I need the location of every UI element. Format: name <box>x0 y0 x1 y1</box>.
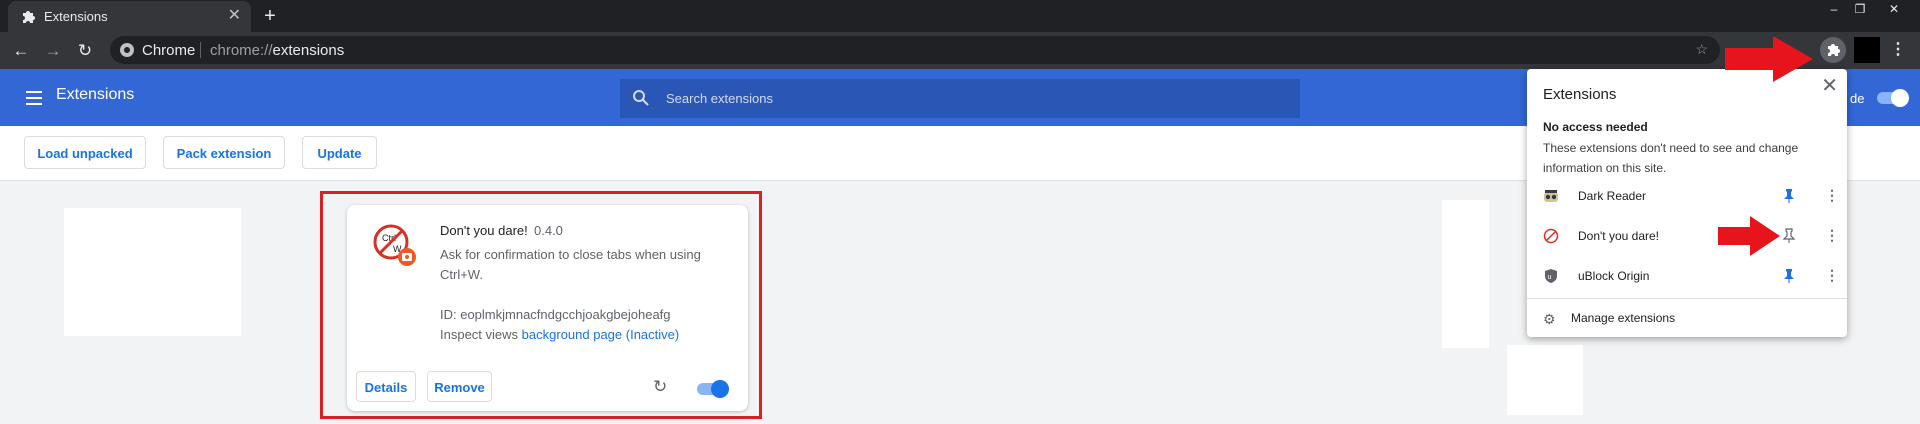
svg-text:u: u <box>1548 274 1552 281</box>
more-options-icon[interactable]: ⋮ <box>1825 187 1839 203</box>
popup-close-icon[interactable]: ✕ <box>1821 73 1838 98</box>
developer-mode-label: de <box>1850 91 1865 106</box>
reload-extension-icon[interactable]: ↻ <box>653 377 667 397</box>
item-name: uBlock Origin <box>1578 269 1650 283</box>
more-options-icon[interactable]: ⋮ <box>1825 227 1839 243</box>
section-title: No access needed <box>1543 120 1648 134</box>
hidden-card-placeholder <box>1507 345 1583 415</box>
extension-card-dont-you-dare: Ctrl W Don't you dare! 0.4.0 Ask for con… <box>347 205 748 411</box>
dont-you-dare-icon <box>1543 228 1559 244</box>
popup-item-dont-you-dare[interactable]: Don't you dare! ⋮ <box>1527 217 1847 255</box>
browser-toolbar: ← → ↻ Chrome chrome://extensions ☆ ⋮ <box>0 32 1920 69</box>
omnibox-separator <box>200 42 201 58</box>
url-scheme: chrome:// <box>210 42 273 59</box>
chrome-menu-icon[interactable]: ⋮ <box>1890 40 1906 60</box>
search-extensions-input[interactable]: Search extensions <box>620 79 1300 118</box>
back-arrow-icon[interactable]: ← <box>10 40 32 62</box>
load-unpacked-button[interactable]: Load unpacked <box>24 136 146 169</box>
hidden-card-placeholder <box>1442 200 1489 348</box>
tab-extensions[interactable]: Extensions ✕ <box>8 1 251 32</box>
restore-button[interactable]: ❐ <box>1843 0 1877 20</box>
tab-close-icon[interactable]: ✕ <box>228 7 241 25</box>
dont-you-dare-icon: Ctrl W <box>373 224 416 266</box>
omnibox-label: Chrome <box>142 42 196 59</box>
item-name: Dark Reader <box>1578 189 1647 203</box>
annotation-arrow-icon <box>1718 216 1780 256</box>
page-title: Extensions <box>56 86 135 103</box>
popup-title: Extensions <box>1543 86 1617 103</box>
pin-icon[interactable] <box>1783 188 1795 204</box>
section-description: These extensions don't need to see and c… <box>1543 141 1799 175</box>
address-bar[interactable]: Chrome chrome://extensions ☆ <box>110 36 1720 64</box>
search-icon <box>633 90 649 106</box>
extension-description: Ask for confirmation to close tabs when … <box>440 247 701 282</box>
popup-item-dark-reader[interactable]: Dark Reader ⋮ <box>1527 177 1847 215</box>
extensions-menu-popup: Extensions ✕ No access needed These exte… <box>1527 69 1847 337</box>
extension-id: ID: eoplmkjmnacfndgcchjoakgbejoheafg <box>440 307 671 322</box>
item-name: Don't you dare! <box>1578 229 1660 243</box>
extension-name: Don't you dare! <box>440 223 528 238</box>
forward-arrow-icon[interactable]: → <box>42 40 64 62</box>
tab-strip: Extensions ✕ + – ❐ ✕ <box>0 0 1920 32</box>
inspect-views-label: Inspect views <box>440 327 519 342</box>
background-page-link[interactable]: background page (Inactive) <box>522 327 680 342</box>
gear-icon: ⚙ <box>1543 311 1556 327</box>
reload-icon[interactable]: ↻ <box>74 40 96 62</box>
bookmark-star-icon[interactable]: ☆ <box>1695 41 1708 58</box>
extension-version: 0.4.0 <box>534 223 563 238</box>
url-text: chrome://extensions <box>210 42 344 59</box>
ublock-origin-icon: u <box>1545 269 1557 283</box>
details-button[interactable]: Details <box>356 371 416 402</box>
developer-mode-toggle[interactable] <box>1877 89 1909 107</box>
remove-button[interactable]: Remove <box>427 371 492 402</box>
search-placeholder: Search extensions <box>666 91 773 106</box>
hidden-card-placeholder <box>64 208 241 336</box>
manage-extensions-item[interactable]: ⚙ Manage extensions <box>1527 299 1847 337</box>
url-path: extensions <box>272 42 345 59</box>
profile-avatar[interactable] <box>1854 37 1880 63</box>
update-button[interactable]: Update <box>302 136 377 169</box>
manage-extensions-label: Manage extensions <box>1571 311 1676 325</box>
pin-icon[interactable] <box>1783 228 1795 244</box>
inspect-views: Inspect views background page (Inactive) <box>440 327 679 342</box>
dark-reader-icon <box>1544 190 1558 202</box>
pack-extension-button[interactable]: Pack extension <box>163 136 285 169</box>
extension-enable-toggle[interactable] <box>697 380 729 398</box>
extensions-puzzle-button[interactable] <box>1820 37 1846 63</box>
annotation-arrow-icon <box>1725 36 1813 82</box>
more-options-icon[interactable]: ⋮ <box>1825 267 1839 283</box>
window-close-button[interactable]: ✕ <box>1877 0 1911 20</box>
pin-icon[interactable] <box>1783 268 1795 284</box>
chrome-icon <box>120 43 134 57</box>
puzzle-icon <box>1828 44 1840 56</box>
puzzle-icon <box>23 11 35 23</box>
popup-item-ublock-origin[interactable]: u uBlock Origin ⋮ <box>1527 257 1847 295</box>
hamburger-menu-icon[interactable] <box>26 91 42 109</box>
tab-title: Extensions <box>44 9 108 24</box>
new-tab-button[interactable]: + <box>258 4 282 28</box>
